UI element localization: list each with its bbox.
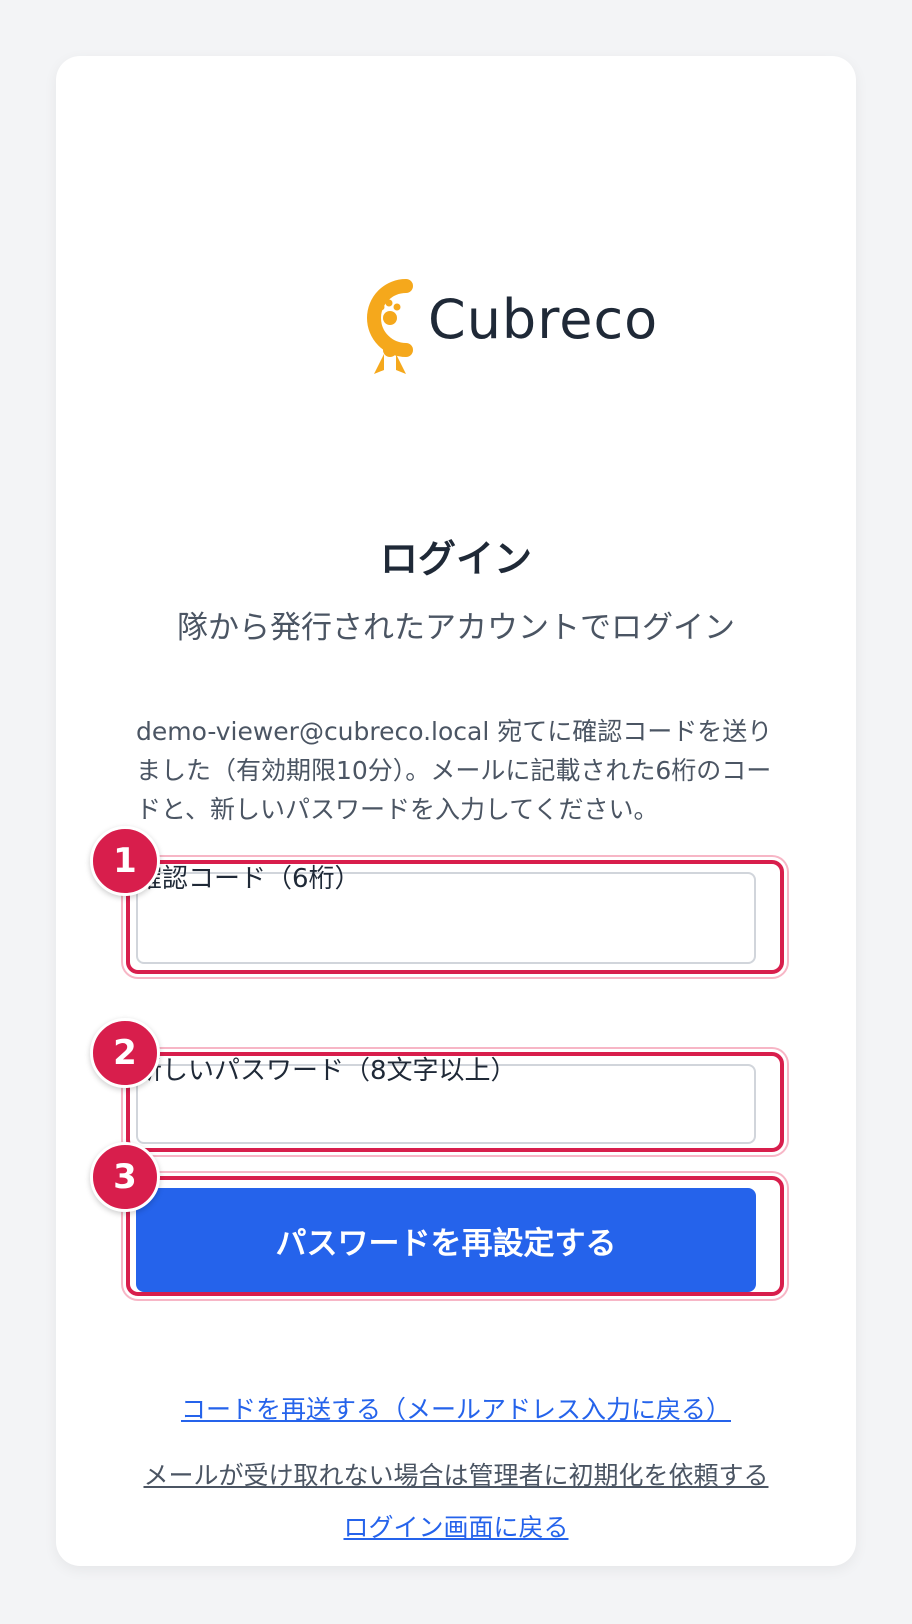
resend-code-link[interactable]: コードを再送する（メールアドレス入力に戻る）	[56, 1390, 856, 1426]
login-card: Cubreco ログイン 隊から発行されたアカウントでログイン demo-vie…	[56, 56, 856, 1566]
annotation-badge-3: 3	[90, 1142, 160, 1212]
cubreco-logo-icon	[367, 279, 413, 374]
request-admin-reset-link[interactable]: メールが受け取れない場合は管理者に初期化を依頼する	[56, 1456, 856, 1492]
confirmation-info-text: demo-viewer@cubreco.local 宛てに確認コードを送りました…	[136, 717, 773, 824]
cubreco-logo: Cubreco	[354, 278, 694, 378]
new-password-label: 新しいパスワード（8文字以上）	[136, 1056, 517, 1086]
logo-wordmark: Cubreco	[428, 288, 659, 351]
reset-password-button[interactable]: パスワードを再設定する	[136, 1188, 756, 1292]
annotation-badge-1: 1	[90, 826, 160, 896]
page-title: ログイン	[379, 537, 532, 581]
page-subtitle: 隊から発行されたアカウントでログイン	[177, 610, 735, 646]
annotation-badge-2: 2	[90, 1018, 160, 1088]
back-to-login-link[interactable]: ログイン画面に戻る	[56, 1508, 856, 1544]
verification-code-label: 確認コード（6桁）	[136, 864, 361, 894]
